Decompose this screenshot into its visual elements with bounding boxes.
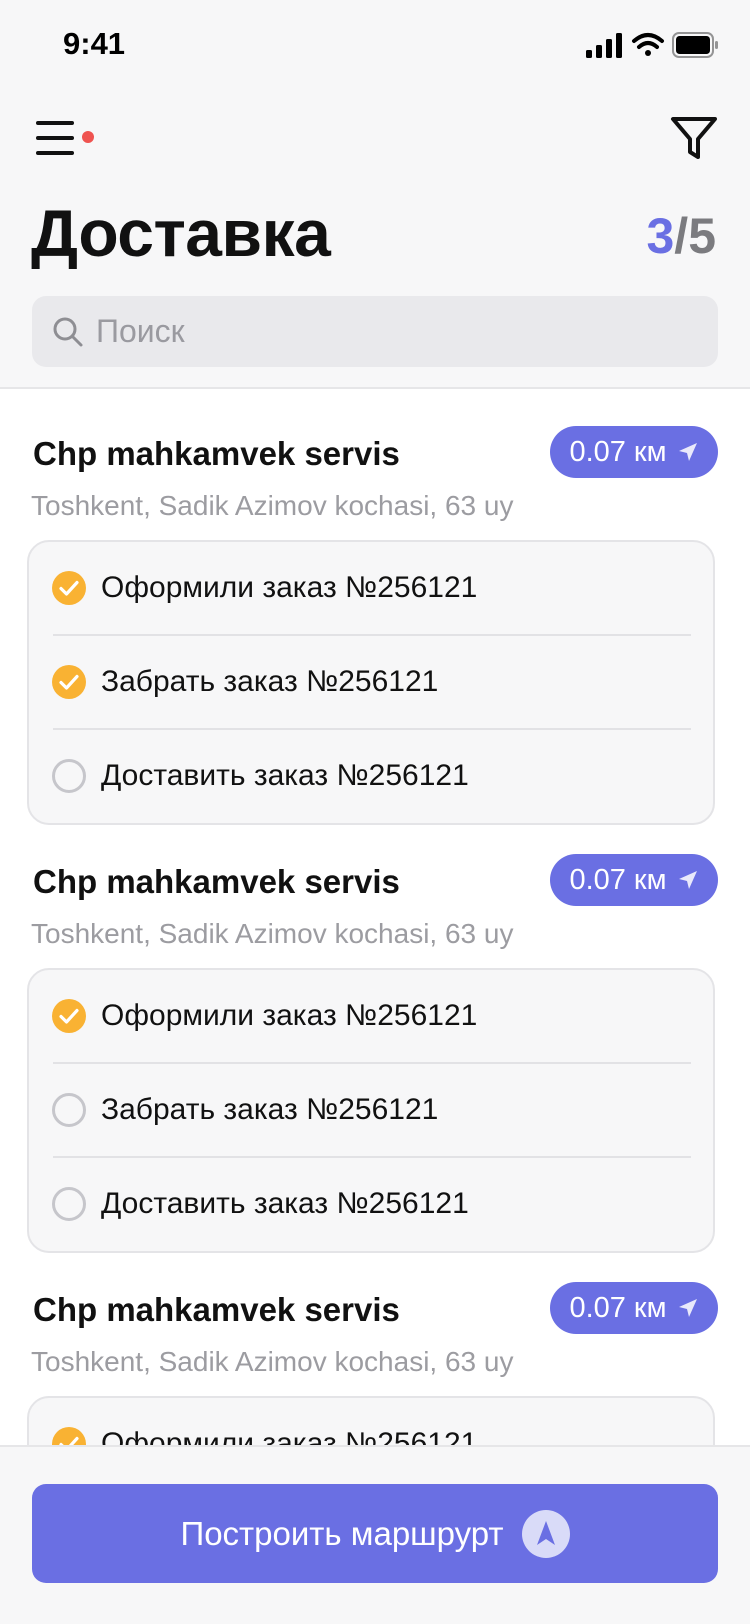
task-row[interactable]: Забрать заказ №256121: [29, 1064, 713, 1156]
task-label: Доставить заказ №256121: [101, 1187, 469, 1220]
task-card: Оформили заказ №256121: [27, 1396, 715, 1445]
search-icon: [53, 317, 83, 346]
wifi-icon: [632, 33, 664, 56]
bottom-bar: Построить маршрурт: [0, 1445, 750, 1624]
location-arrow-icon: [678, 443, 697, 461]
check-circle-icon: [52, 999, 86, 1033]
distance-badge[interactable]: 0.07 км: [550, 854, 718, 906]
battery-icon: [672, 32, 718, 58]
delivery-list: Chp mahkamvek servis 0.07 км Toshkent, S…: [0, 391, 750, 1445]
build-route-button[interactable]: Построить маршрурт: [32, 1484, 718, 1583]
empty-circle-icon: [52, 1187, 86, 1221]
delivery-card: Chp mahkamvek servis 0.07 км Toshkent, S…: [0, 391, 750, 825]
status-time: 9:41: [63, 26, 126, 61]
check-circle-icon: [52, 1427, 86, 1445]
navigation-icon: [521, 1509, 570, 1558]
notification-dot: [82, 131, 94, 143]
search-bar[interactable]: [32, 296, 718, 367]
delivery-card: Chp mahkamvek servis 0.07 км Toshkent, S…: [0, 1247, 750, 1445]
delivery-name: Chp mahkamvek servis: [33, 435, 400, 472]
task-row[interactable]: Забрать заказ №256121: [29, 636, 713, 728]
search-input[interactable]: [96, 313, 656, 350]
menu-button[interactable]: [34, 116, 96, 160]
delivery-name: Chp mahkamvek servis: [33, 863, 400, 900]
task-label: Забрать заказ №256121: [101, 1093, 439, 1126]
task-row[interactable]: Оформили заказ №256121: [29, 970, 713, 1062]
empty-circle-icon: [52, 759, 86, 793]
task-label: Оформили заказ №256121: [101, 571, 478, 604]
check-circle-icon: [52, 665, 86, 699]
delivery-counter: 3/5: [646, 207, 716, 265]
hamburger-icon: [36, 121, 94, 155]
location-arrow-icon: [678, 1299, 697, 1317]
page-title: Доставка: [31, 196, 331, 270]
status-icons: [586, 30, 720, 60]
delivery-address: Toshkent, Sadik Azimov kochasi, 63 uy: [31, 1346, 514, 1377]
cellular-signal-icon: [586, 33, 622, 58]
task-row[interactable]: Оформили заказ №256121: [29, 1398, 713, 1445]
distance-value: 0.07 км: [569, 1291, 667, 1324]
distance-value: 0.07 км: [569, 863, 667, 896]
location-arrow-icon: [678, 871, 697, 889]
task-row[interactable]: Доставить заказ №256121: [29, 1158, 713, 1250]
counter-total: /5: [674, 208, 716, 264]
task-label: Доставить заказ №256121: [101, 759, 469, 792]
filter-icon: [671, 117, 717, 159]
check-circle-icon: [52, 571, 86, 605]
filter-button[interactable]: [668, 112, 720, 164]
counter-current: 3: [646, 208, 675, 264]
distance-badge[interactable]: 0.07 км: [550, 426, 718, 478]
delivery-card: Chp mahkamvek servis 0.07 км Toshkent, S…: [0, 819, 750, 1253]
delivery-address: Toshkent, Sadik Azimov kochasi, 63 uy: [31, 490, 514, 521]
header-area: 9:41 Доставка 3/5 Поиск: [0, 0, 750, 389]
task-label: Оформили заказ №256121: [101, 999, 478, 1032]
task-card: Оформили заказ №256121 Забрать заказ №25…: [27, 540, 715, 825]
task-label: Оформили заказ №256121: [101, 1427, 478, 1445]
task-row[interactable]: Доставить заказ №256121: [29, 730, 713, 822]
task-label: Забрать заказ №256121: [101, 665, 439, 698]
task-row[interactable]: Оформили заказ №256121: [29, 542, 713, 634]
delivery-name: Chp mahkamvek servis: [33, 1291, 400, 1328]
distance-badge[interactable]: 0.07 км: [550, 1282, 718, 1334]
delivery-address: Toshkent, Sadik Azimov kochasi, 63 uy: [31, 918, 514, 949]
build-route-label: Построить маршрурт: [180, 1514, 504, 1552]
task-card: Оформили заказ №256121 Забрать заказ №25…: [27, 968, 715, 1253]
empty-circle-icon: [52, 1093, 86, 1127]
distance-value: 0.07 км: [569, 435, 667, 468]
